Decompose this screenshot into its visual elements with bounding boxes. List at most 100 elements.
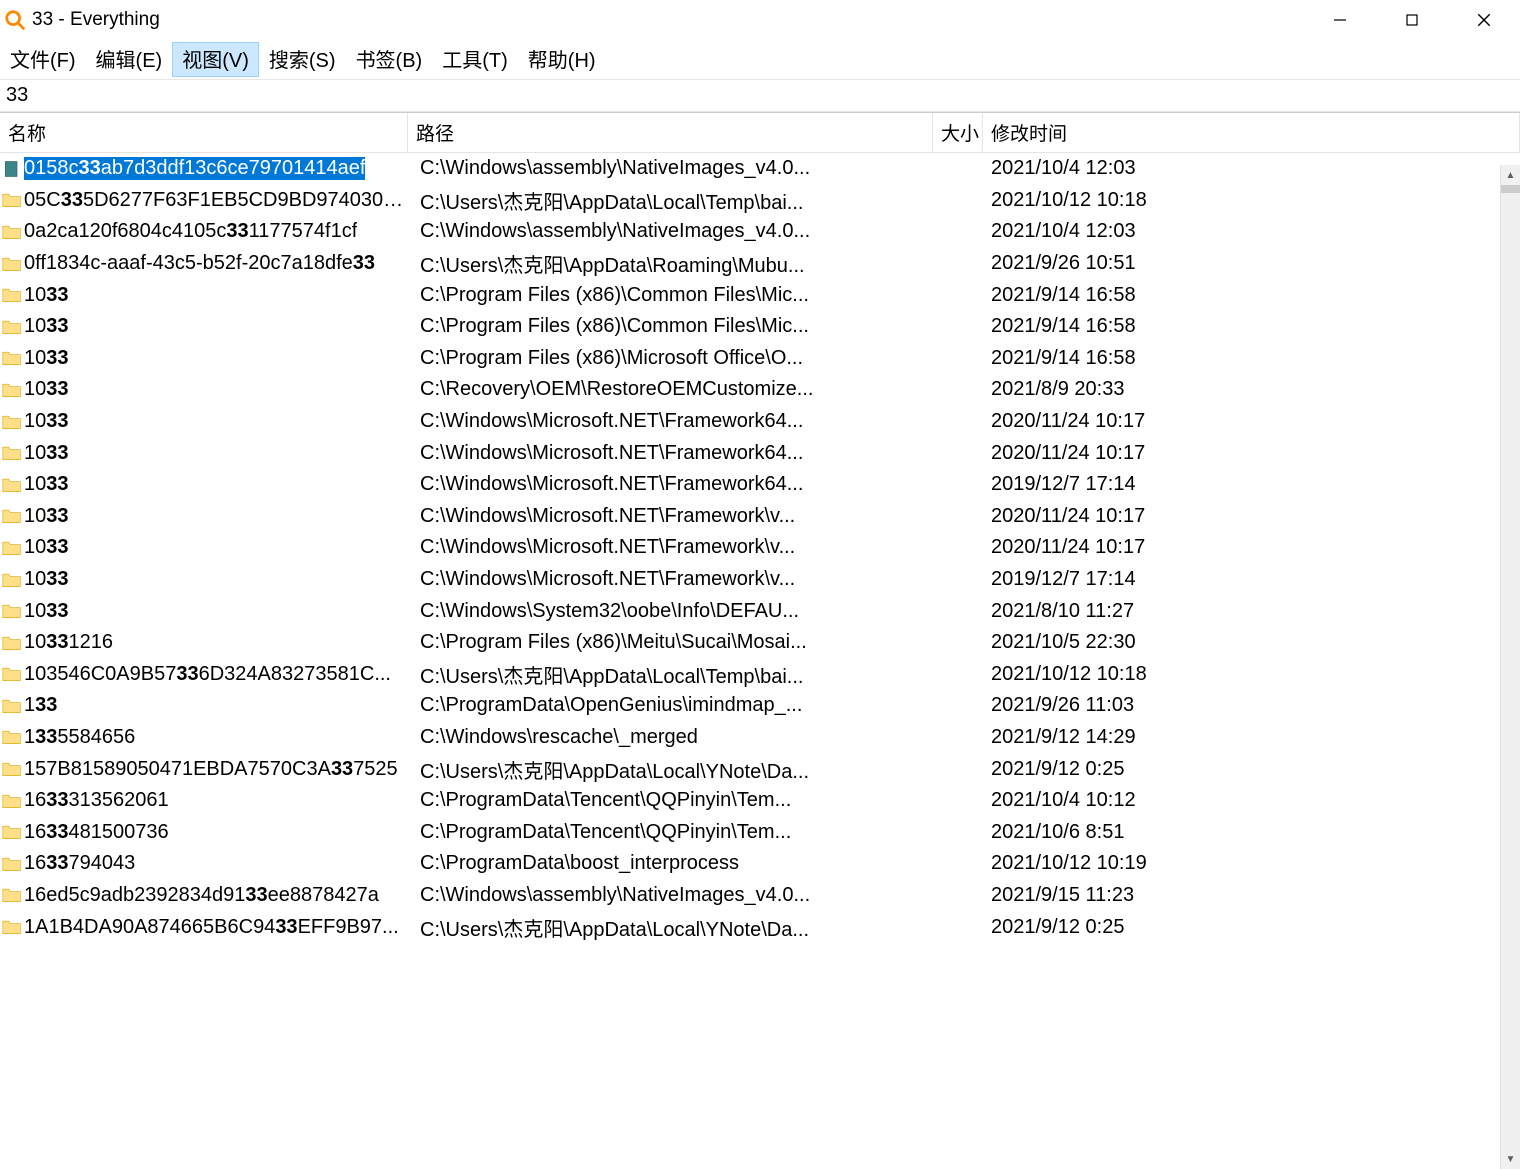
cell-modified: 2021/10/12 10:18	[983, 189, 1520, 212]
result-row[interactable]: 1033C:\Windows\Microsoft.NET\Framework\v…	[0, 501, 1520, 533]
cell-name: 1033	[0, 442, 408, 465]
cell-modified: 2021/9/14 16:58	[983, 284, 1520, 307]
menu-file[interactable]: 文件(F)	[0, 42, 86, 77]
result-row[interactable]: 1633481500736C:\ProgramData\Tencent\QQPi…	[0, 816, 1520, 848]
result-row[interactable]: 0158c33ab7d3ddf13c6ce79701414aefC:\Windo…	[0, 153, 1520, 185]
close-button[interactable]	[1448, 0, 1520, 40]
result-row[interactable]: 1A1B4DA90A874665B6C9433EFF9B97...C:\User…	[0, 911, 1520, 943]
cell-name: 1033	[0, 600, 408, 623]
scrollbar-thumb[interactable]	[1501, 185, 1520, 193]
cell-name: 10331216	[0, 631, 408, 654]
cell-name: 1033	[0, 473, 408, 496]
cell-name: 1A1B4DA90A874665B6C9433EFF9B97...	[0, 916, 408, 939]
cell-modified: 2021/9/26 11:03	[983, 694, 1520, 717]
cell-path: C:\ProgramData\OpenGenius\imindmap_...	[408, 694, 933, 717]
menu-bookmark[interactable]: 书签(B)	[346, 42, 433, 77]
cell-path: C:\Windows\assembly\NativeImages_v4.0...	[408, 884, 933, 907]
file-name: 1033	[24, 505, 69, 528]
cell-path: C:\ProgramData\Tencent\QQPinyin\Tem...	[408, 789, 933, 812]
cell-path: C:\Users\杰克阳\AppData\Local\YNote\Da...	[408, 755, 933, 784]
result-row[interactable]: 1633313562061 C:\ProgramData\Tencent\QQPi…	[0, 785, 1520, 817]
result-row[interactable]: 1633794043C:\ProgramData\boost_interproc…	[0, 848, 1520, 880]
cell-name: 1033	[0, 347, 408, 370]
file-name: 1033	[24, 410, 69, 433]
result-row[interactable]: 1033C:\Windows\System32\oobe\Info\DEFAU.…	[0, 595, 1520, 627]
menu-search[interactable]: 搜索(S)	[259, 42, 346, 77]
cell-path: C:\Windows\Microsoft.NET\Framework64...	[408, 473, 933, 496]
result-row[interactable]: 1033C:\Program Files (x86)\Common Files\…	[0, 279, 1520, 311]
result-row[interactable]: 16ed5c9adb2392834d9133ee8878427a C:\Windo…	[0, 880, 1520, 912]
result-row[interactable]: 0ff1834c-aaaf-43c5-b52f-20c7a18dfe33C:\U…	[0, 248, 1520, 280]
header-size[interactable]: 大小	[933, 113, 983, 153]
cell-name: 1033	[0, 315, 408, 338]
result-row[interactable]: 1033C:\Program Files (x86)\Common Files\…	[0, 311, 1520, 343]
result-row[interactable]: 133 C:\ProgramData\OpenGenius\imindmap_..…	[0, 690, 1520, 722]
file-name: 1A1B4DA90A874665B6C9433EFF9B97...	[24, 916, 399, 939]
result-row[interactable]: 103546C0A9B57336D324A83273581C...C:\User…	[0, 659, 1520, 691]
file-name: 1033	[24, 473, 69, 496]
search-input[interactable]	[0, 82, 1520, 109]
result-row[interactable]: 05C335D6277F63F1EB5CD9BD9740300...C:\Use…	[0, 185, 1520, 217]
cell-path: C:\Windows\Microsoft.NET\Framework64...	[408, 410, 933, 433]
file-name: 10331216	[24, 631, 113, 654]
cell-modified: 2021/10/4 10:12	[983, 789, 1520, 812]
file-name: 1633313562061	[24, 789, 169, 812]
header-name[interactable]: 名称	[0, 113, 408, 153]
result-row[interactable]: 1033C:\Recovery\OEM\RestoreOEMCustomize.…	[0, 374, 1520, 406]
cell-path: C:\ProgramData\boost_interprocess	[408, 852, 933, 875]
header-modified[interactable]: 修改时间	[983, 113, 1520, 153]
menu-help[interactable]: 帮助(H)	[518, 42, 606, 77]
cell-path: C:\Windows\assembly\NativeImages_v4.0...	[408, 220, 933, 243]
cell-path: C:\Users\杰克阳\AppData\Local\Temp\bai...	[408, 660, 933, 689]
cell-path: C:\Windows\assembly\NativeImages_v4.0...	[408, 157, 933, 180]
cell-path: C:\Program Files (x86)\Common Files\Mic.…	[408, 284, 933, 307]
cell-path: C:\Users\杰克阳\AppData\Local\Temp\bai...	[408, 186, 933, 215]
cell-path: C:\Windows\Microsoft.NET\Framework\v...	[408, 568, 933, 591]
result-row[interactable]: 1033 C:\Windows\Microsoft.NET\Framework64…	[0, 406, 1520, 438]
results-list[interactable]: 0158c33ab7d3ddf13c6ce79701414aefC:\Windo…	[0, 153, 1520, 1157]
cell-modified: 2019/12/7 17:14	[983, 568, 1520, 591]
cell-modified: 2021/9/14 16:58	[983, 315, 1520, 338]
file-name: 1033	[24, 347, 69, 370]
cell-name: 1033	[0, 536, 408, 559]
menu-view[interactable]: 视图(V)	[172, 42, 259, 77]
minimize-button[interactable]	[1304, 0, 1376, 40]
scrollbar-up-icon[interactable]: ▲	[1501, 165, 1520, 185]
menu-edit[interactable]: 编辑(E)	[86, 42, 173, 77]
cell-modified: 2021/9/12 0:25	[983, 758, 1520, 781]
title-bar: 33 - Everything	[0, 0, 1520, 40]
cell-modified: 2021/10/4 12:03	[983, 157, 1520, 180]
result-row[interactable]: 1033C:\Windows\Microsoft.NET\Framework\v…	[0, 532, 1520, 564]
scrollbar-down-icon[interactable]: ▼	[1501, 1149, 1520, 1169]
result-row[interactable]: 1033C:\Program Files (x86)\Microsoft Off…	[0, 343, 1520, 375]
maximize-button[interactable]	[1376, 0, 1448, 40]
cell-modified: 2021/10/5 22:30	[983, 631, 1520, 654]
cell-path: C:\ProgramData\Tencent\QQPinyin\Tem...	[408, 821, 933, 844]
cell-modified: 2021/8/10 11:27	[983, 600, 1520, 623]
file-name: 1033	[24, 378, 69, 401]
result-row[interactable]: 10331216C:\Program Files (x86)\Meitu\Suc…	[0, 627, 1520, 659]
cell-modified: 2021/9/26 10:51	[983, 252, 1520, 275]
cell-modified: 2021/10/12 10:19	[983, 852, 1520, 875]
cell-name: 157B81589050471EBDA7570C3A337525	[0, 758, 408, 781]
cell-modified: 2021/10/4 12:03	[983, 220, 1520, 243]
header-path[interactable]: 路径	[408, 113, 933, 153]
cell-modified: 2021/9/15 11:23	[983, 884, 1520, 907]
cell-path: C:\Windows\System32\oobe\Info\DEFAU...	[408, 600, 933, 623]
result-row[interactable]: 1335584656C:\Windows\rescache\_merged202…	[0, 722, 1520, 754]
file-name: 05C335D6277F63F1EB5CD9BD9740300...	[24, 189, 404, 212]
cell-name: 1633481500736	[0, 821, 408, 844]
cell-name: 05C335D6277F63F1EB5CD9BD9740300...	[0, 189, 408, 212]
result-row[interactable]: 0a2ca120f6804c4105c331177574f1cfC:\Windo…	[0, 216, 1520, 248]
result-row[interactable]: 1033C:\Windows\Microsoft.NET\Framework64…	[0, 437, 1520, 469]
result-row[interactable]: 157B81589050471EBDA7570C3A337525C:\Users…	[0, 753, 1520, 785]
file-name: 16ed5c9adb2392834d9133ee8878427a	[24, 884, 379, 907]
menu-tool[interactable]: 工具(T)	[432, 42, 518, 77]
result-row[interactable]: 1033 C:\Windows\Microsoft.NET\Framework64…	[0, 469, 1520, 501]
file-name: 133	[24, 694, 57, 717]
cell-path: C:\Windows\Microsoft.NET\Framework\v...	[408, 536, 933, 559]
result-row[interactable]: 1033C:\Windows\Microsoft.NET\Framework\v…	[0, 564, 1520, 596]
cell-name: 1033	[0, 568, 408, 591]
scrollbar[interactable]: ▲ ▼	[1500, 165, 1520, 1169]
search-bar	[0, 79, 1520, 112]
